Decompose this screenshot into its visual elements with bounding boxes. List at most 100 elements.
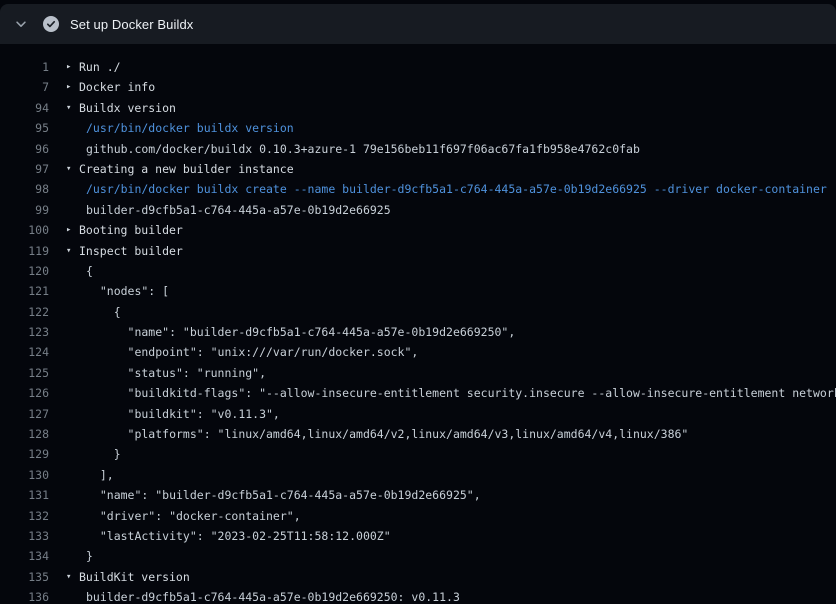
line-text: Buildx version	[79, 98, 176, 118]
log-line[interactable]: 119 ▾ Inspect builder	[0, 241, 836, 261]
toggle-arrow-icon	[66, 506, 79, 526]
line-text: Creating a new builder instance	[79, 159, 294, 179]
toggle-arrow-icon	[66, 383, 79, 403]
group-expanded-arrow-icon: ▾	[66, 98, 79, 118]
toggle-arrow-icon	[66, 118, 79, 138]
line-number[interactable]: 119	[0, 241, 49, 261]
group-collapsed-arrow-icon: ▸	[66, 57, 79, 77]
line-text: {	[79, 261, 93, 281]
log-line: 128 "platforms": "linux/amd64,linux/amd6…	[0, 424, 836, 444]
log-line: 122 {	[0, 302, 836, 322]
log-line[interactable]: 100 ▸ Booting builder	[0, 220, 836, 240]
line-number[interactable]: 131	[0, 485, 49, 505]
line-text: "endpoint": "unix:///var/run/docker.sock…	[79, 342, 418, 362]
toggle-arrow-icon	[66, 526, 79, 546]
line-text: "platforms": "linux/amd64,linux/amd64/v2…	[79, 424, 688, 444]
group-expanded-arrow-icon: ▾	[66, 567, 79, 587]
toggle-arrow-icon	[66, 139, 79, 159]
log-line: 125 "status": "running",	[0, 363, 836, 383]
log-line: 120 {	[0, 261, 836, 281]
toggle-arrow-icon	[66, 179, 79, 199]
line-number[interactable]: 98	[0, 179, 49, 199]
line-number[interactable]: 96	[0, 139, 49, 159]
line-number[interactable]: 97	[0, 159, 49, 179]
log-line[interactable]: 7 ▸ Docker info	[0, 77, 836, 97]
line-text: "buildkit": "v0.11.3",	[79, 404, 280, 424]
line-number[interactable]: 133	[0, 526, 49, 546]
group-expanded-arrow-icon: ▾	[66, 241, 79, 261]
line-number[interactable]: 127	[0, 404, 49, 424]
log-line[interactable]: 94 ▾ Buildx version	[0, 98, 836, 118]
line-text: "name": "builder-d9cfb5a1-c764-445a-a57e…	[79, 485, 481, 505]
log-line: 98 /usr/bin/docker buildx create --name …	[0, 179, 836, 199]
line-number[interactable]: 135	[0, 567, 49, 587]
log-line: 132 "driver": "docker-container",	[0, 506, 836, 526]
line-number[interactable]: 132	[0, 506, 49, 526]
line-number[interactable]: 129	[0, 444, 49, 464]
line-text: "name": "builder-d9cfb5a1-c764-445a-a57e…	[79, 322, 515, 342]
line-number[interactable]: 130	[0, 465, 49, 485]
line-text: }	[79, 546, 93, 566]
line-number[interactable]: 99	[0, 200, 49, 220]
log-viewer: 1 ▸ Run ./ 7 ▸ Docker info 94 ▾ Buildx v…	[0, 44, 836, 604]
line-text: "buildkitd-flags": "--allow-insecure-ent…	[79, 383, 836, 403]
log-line: 123 "name": "builder-d9cfb5a1-c764-445a-…	[0, 322, 836, 342]
line-text: "driver": "docker-container",	[79, 506, 301, 526]
toggle-arrow-icon	[66, 424, 79, 444]
log-line: 96 github.com/docker/buildx 0.10.3+azure…	[0, 139, 836, 159]
log-line: 127 "buildkit": "v0.11.3",	[0, 404, 836, 424]
line-text: Run ./	[79, 57, 121, 77]
log-line: 130 ],	[0, 465, 836, 485]
toggle-arrow-icon	[66, 587, 79, 604]
chevron-down-icon[interactable]	[13, 17, 28, 32]
log-line: 99 builder-d9cfb5a1-c764-445a-a57e-0b19d…	[0, 200, 836, 220]
line-number[interactable]: 120	[0, 261, 49, 281]
step-title: Set up Docker Buildx	[70, 17, 193, 32]
line-number[interactable]: 1	[0, 57, 49, 77]
line-text: github.com/docker/buildx 0.10.3+azure-1 …	[79, 139, 640, 159]
line-text: }	[79, 444, 121, 464]
line-number[interactable]: 7	[0, 77, 49, 97]
line-text: BuildKit version	[79, 567, 190, 587]
line-text: Docker info	[79, 77, 155, 97]
log-line: 129 }	[0, 444, 836, 464]
step-header[interactable]: Set up Docker Buildx	[0, 4, 836, 44]
line-text: builder-d9cfb5a1-c764-445a-a57e-0b19d2e6…	[79, 200, 391, 220]
line-text: "lastActivity": "2023-02-25T11:58:12.000…	[79, 526, 391, 546]
group-expanded-arrow-icon: ▾	[66, 159, 79, 179]
toggle-arrow-icon	[66, 404, 79, 424]
group-collapsed-arrow-icon: ▸	[66, 77, 79, 97]
line-number[interactable]: 94	[0, 98, 49, 118]
toggle-arrow-icon	[66, 546, 79, 566]
log-line[interactable]: 1 ▸ Run ./	[0, 57, 836, 77]
toggle-arrow-icon	[66, 342, 79, 362]
log-line: 136 builder-d9cfb5a1-c764-445a-a57e-0b19…	[0, 587, 836, 604]
log-line: 133 "lastActivity": "2023-02-25T11:58:12…	[0, 526, 836, 546]
log-line: 134 }	[0, 546, 836, 566]
log-line: 121 "nodes": [	[0, 281, 836, 301]
toggle-arrow-icon	[66, 485, 79, 505]
toggle-arrow-icon	[66, 444, 79, 464]
line-number[interactable]: 122	[0, 302, 49, 322]
line-number[interactable]: 134	[0, 546, 49, 566]
line-number[interactable]: 95	[0, 118, 49, 138]
line-number[interactable]: 128	[0, 424, 49, 444]
line-number[interactable]: 100	[0, 220, 49, 240]
toggle-arrow-icon	[66, 322, 79, 342]
log-line[interactable]: 135 ▾ BuildKit version	[0, 567, 836, 587]
line-number[interactable]: 125	[0, 363, 49, 383]
line-number[interactable]: 126	[0, 383, 49, 403]
line-number[interactable]: 123	[0, 322, 49, 342]
line-number[interactable]: 124	[0, 342, 49, 362]
line-number[interactable]: 136	[0, 587, 49, 604]
log-line[interactable]: 97 ▾ Creating a new builder instance	[0, 159, 836, 179]
line-text: Booting builder	[79, 220, 183, 240]
line-text: /usr/bin/docker buildx version	[79, 118, 294, 138]
toggle-arrow-icon	[66, 302, 79, 322]
log-line: 95 /usr/bin/docker buildx version	[0, 118, 836, 138]
line-text: Inspect builder	[79, 241, 183, 261]
toggle-arrow-icon	[66, 363, 79, 383]
log-line: 131 "name": "builder-d9cfb5a1-c764-445a-…	[0, 485, 836, 505]
line-number[interactable]: 121	[0, 281, 49, 301]
toggle-arrow-icon	[66, 281, 79, 301]
